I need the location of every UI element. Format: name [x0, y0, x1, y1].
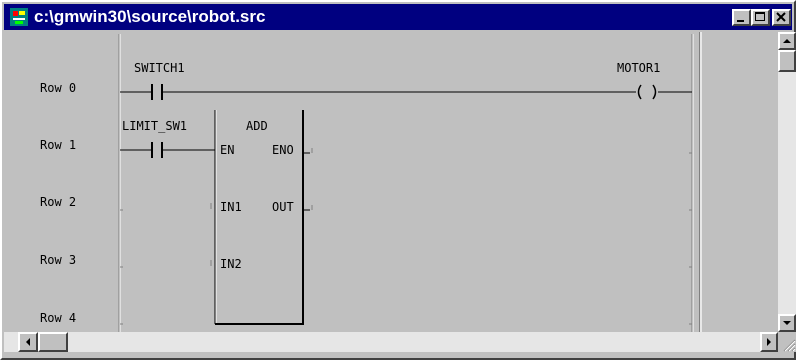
row-label-4: Row 4 [40, 311, 76, 325]
row-label-2: Row 2 [40, 195, 76, 209]
rung-row-0[interactable]: SWITCH1 MOTOR1 [120, 61, 692, 100]
block-input-en: EN [220, 143, 234, 157]
close-icon [776, 12, 786, 22]
close-button[interactable] [772, 9, 791, 26]
scroll-right-button[interactable] [760, 332, 778, 352]
maximize-button[interactable] [751, 9, 770, 26]
right-power-rail [691, 34, 694, 332]
arrow-left-icon [26, 338, 30, 346]
arrow-right-icon [767, 338, 771, 346]
contact-label-limit-sw1: LIMIT_SW1 [122, 119, 187, 133]
horizontal-scrollbar[interactable] [4, 332, 778, 352]
row-label-1: Row 1 [40, 138, 76, 152]
left-power-rail [118, 34, 121, 332]
arrow-up-icon [783, 39, 791, 43]
title-bar[interactable]: c:\gmwin30\source\robot.src [4, 4, 792, 30]
contact-limit-sw1[interactable] [151, 142, 163, 158]
minimize-button[interactable] [732, 9, 751, 26]
scroll-up-button[interactable] [778, 32, 796, 50]
vertical-scrollbar[interactable] [778, 32, 796, 332]
ladder-editor-area[interactable]: Row 0 Row 1 Row 2 Row 3 Row 4 SWITCH1 MO… [4, 32, 778, 332]
horizontal-scroll-thumb[interactable] [38, 332, 68, 352]
minimize-icon [737, 20, 744, 22]
block-input-in2: IN2 [220, 257, 242, 271]
add-function-block[interactable]: ADD EN IN1 IN2 ENO OUT [210, 110, 313, 325]
block-output-eno: ENO [272, 143, 294, 157]
pane-separator[interactable] [699, 32, 702, 332]
block-name: ADD [246, 119, 268, 133]
block-output-out: OUT [272, 200, 294, 214]
resize-grip-icon [783, 339, 796, 352]
resize-grip[interactable] [778, 332, 796, 352]
rung-row-1[interactable]: LIMIT_SW1 [120, 119, 215, 158]
maximize-icon [755, 12, 765, 21]
row-label-0: Row 0 [40, 81, 76, 95]
editor-window: c:\gmwin30\source\robot.src Row 0 Row 1 … [0, 0, 796, 360]
rail-ticks [120, 152, 692, 325]
contact-label-switch1: SWITCH1 [134, 61, 185, 75]
window-title: c:\gmwin30\source\robot.src [34, 7, 266, 26]
ladder-app-icon[interactable] [10, 8, 28, 26]
arrow-down-icon [783, 321, 791, 325]
coil-label-motor1: MOTOR1 [617, 61, 660, 75]
row-label-3: Row 3 [40, 253, 76, 267]
vertical-scroll-thumb[interactable] [778, 50, 796, 72]
scroll-left-button[interactable] [18, 332, 38, 352]
scroll-down-button[interactable] [778, 314, 796, 332]
coil-motor1[interactable] [637, 84, 657, 100]
contact-switch1[interactable] [147, 84, 163, 100]
ladder-diagram[interactable]: Row 0 Row 1 Row 2 Row 3 Row 4 SWITCH1 MO… [4, 32, 778, 332]
block-input-in1: IN1 [220, 200, 242, 214]
